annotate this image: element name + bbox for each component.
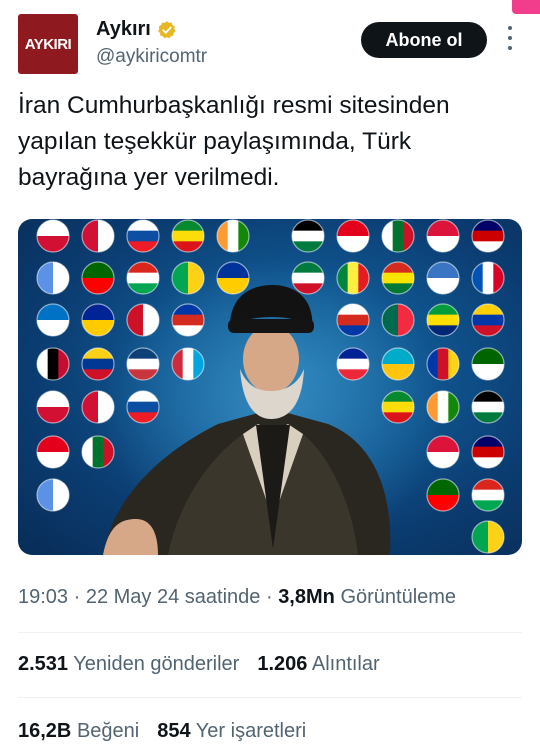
divider bbox=[18, 697, 522, 698]
meta-separator: · bbox=[68, 586, 86, 608]
views-label: Görüntüleme bbox=[340, 586, 457, 608]
bookmarks-count: 854 bbox=[157, 720, 191, 742]
reposts-label: Yeniden gönderiler bbox=[73, 653, 240, 675]
name-row: Aykırı bbox=[96, 18, 177, 41]
tweet-text: İran Cumhurbaşkanlığı resmi sitesinden y… bbox=[18, 92, 450, 191]
account-handle[interactable]: @aykiricomtr bbox=[96, 46, 207, 68]
flag-circle bbox=[336, 303, 370, 337]
flag-circle bbox=[216, 219, 250, 253]
avatar-logo-text: AYKIRI bbox=[24, 35, 72, 53]
flag-circle bbox=[36, 219, 70, 253]
flag-circle bbox=[81, 390, 115, 424]
flag-circle bbox=[36, 303, 70, 337]
flag-circle bbox=[291, 261, 325, 295]
flag-circle bbox=[216, 261, 250, 295]
flag-circle bbox=[426, 303, 460, 337]
flag-circle bbox=[471, 347, 505, 381]
flag-circle bbox=[171, 261, 205, 295]
reposts-count: 2.531 bbox=[18, 653, 69, 675]
flag-circle bbox=[471, 435, 505, 469]
flag-circle bbox=[36, 478, 70, 512]
flag-circle bbox=[81, 303, 115, 337]
follow-button[interactable]: Abone ol bbox=[361, 22, 487, 58]
flag-circle bbox=[81, 219, 115, 253]
flag-circle bbox=[126, 303, 160, 337]
flag-circle bbox=[426, 261, 460, 295]
flag-circle bbox=[36, 347, 70, 381]
divider bbox=[18, 632, 522, 633]
views-count: 3,8Mn bbox=[278, 586, 335, 608]
flag-circle bbox=[381, 261, 415, 295]
flag-circle bbox=[471, 478, 505, 512]
verified-badge-icon bbox=[157, 20, 176, 38]
flag-circle bbox=[336, 261, 370, 295]
flag-circle bbox=[81, 435, 115, 469]
flag-circle bbox=[426, 478, 460, 512]
flag-circle bbox=[426, 219, 460, 253]
tweet-media[interactable] bbox=[18, 219, 522, 555]
flag-circle bbox=[126, 390, 160, 424]
flag-circle bbox=[126, 219, 160, 253]
flag-circle bbox=[36, 390, 70, 424]
flag-circle bbox=[126, 347, 160, 381]
quotes-count: 1.206 bbox=[257, 653, 308, 675]
flag-circle bbox=[471, 219, 505, 253]
flag-circle bbox=[471, 390, 505, 424]
flag-circle bbox=[426, 435, 460, 469]
reposts-stat[interactable]: 2.531 Yeniden gönderiler bbox=[18, 653, 239, 675]
flag-circle bbox=[36, 435, 70, 469]
quotes-stat[interactable]: 1.206 Alıntılar bbox=[257, 653, 379, 675]
flag-circle bbox=[171, 303, 205, 337]
quotes-label: Alıntılar bbox=[311, 653, 380, 675]
likes-label: Beğeni bbox=[76, 720, 140, 742]
flag-circle bbox=[171, 219, 205, 253]
flag-circle bbox=[381, 390, 415, 424]
flag-circle bbox=[81, 347, 115, 381]
engagement-row-2: 16,2B Beğeni 854 Yer işaretleri bbox=[18, 720, 306, 743]
flag-circle bbox=[336, 219, 370, 253]
tweet-time[interactable]: 19:03 bbox=[18, 586, 68, 608]
engagement-row-1: 2.531 Yeniden gönderiler 1.206 Alıntılar bbox=[18, 653, 380, 676]
flag-circle bbox=[381, 303, 415, 337]
likes-count: 16,2B bbox=[18, 720, 72, 742]
bookmarks-stat[interactable]: 854 Yer işaretleri bbox=[157, 720, 306, 742]
flag-circle bbox=[36, 261, 70, 295]
tweet-header: AYKIRI Aykırı @aykiricomtr Abone ol bbox=[18, 12, 522, 76]
more-dot bbox=[508, 36, 512, 40]
flag-circle bbox=[426, 347, 460, 381]
display-name[interactable]: Aykırı bbox=[96, 18, 151, 41]
likes-stat[interactable]: 16,2B Beğeni bbox=[18, 720, 139, 742]
tweet-meta: 19:03 · 22 May 24 saatinde · 3,8Mn Görün… bbox=[18, 586, 456, 609]
bookmarks-label: Yer işaretleri bbox=[195, 720, 307, 742]
flag-circle bbox=[381, 219, 415, 253]
flag-circle bbox=[126, 261, 160, 295]
flag-circle bbox=[471, 520, 505, 554]
avatar[interactable]: AYKIRI bbox=[18, 14, 78, 74]
more-dot bbox=[508, 26, 512, 30]
flag-circle bbox=[171, 347, 205, 381]
flag-circle bbox=[471, 303, 505, 337]
flag-circle bbox=[426, 390, 460, 424]
more-icon[interactable] bbox=[504, 26, 516, 50]
flag-circle bbox=[471, 261, 505, 295]
flag-circle bbox=[291, 219, 325, 253]
more-dot bbox=[508, 46, 512, 50]
flag-circle bbox=[381, 347, 415, 381]
tweet-date[interactable]: 22 May 24 saatinde bbox=[86, 586, 261, 608]
flag-circle bbox=[336, 347, 370, 381]
meta-separator: · bbox=[260, 586, 279, 608]
flag-circle bbox=[81, 261, 115, 295]
flags-collage-image bbox=[36, 219, 505, 555]
